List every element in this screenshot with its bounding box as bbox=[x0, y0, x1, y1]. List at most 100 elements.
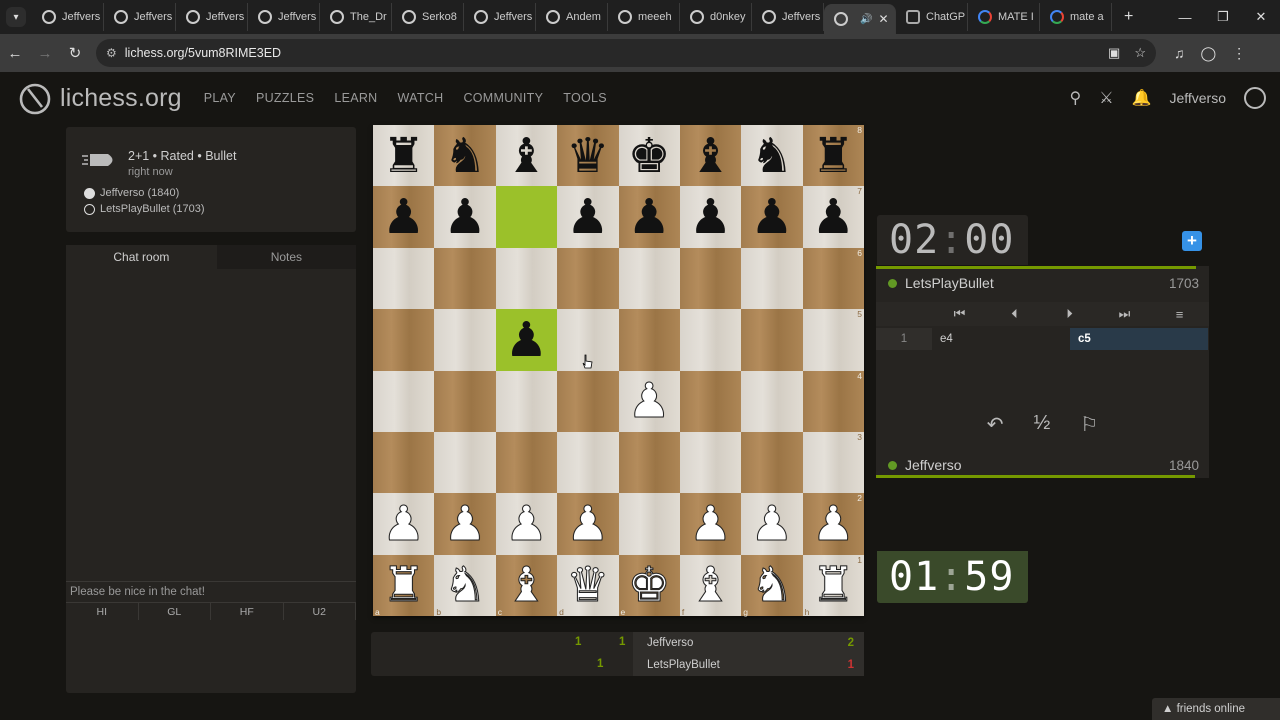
square-h6[interactable]: 6 bbox=[802, 247, 864, 310]
white-pawn-icon[interactable]: ♟ bbox=[504, 499, 548, 548]
browser-tab[interactable]: 🔊 ✕ bbox=[824, 4, 896, 34]
square-g5[interactable] bbox=[741, 309, 803, 371]
chess-board[interactable]: ♜ ♞ ♝ ♛ ♚ ♝ ♞ ♜ 8 ♟ ♟ ♟ ♟ ♟ ♟ ♟ 7 6 ♟ 5 ♟ 4 3 ♟ ♟ ♟ ♟ ♟ ♟ ♟ 2 ♜ a ♞ b ♝ c ♛ d ♚… bbox=[373, 125, 864, 616]
browser-tab[interactable]: meeeh bbox=[608, 3, 680, 31]
black-knight-icon[interactable]: ♞ bbox=[444, 132, 487, 180]
square-b5[interactable] bbox=[434, 309, 496, 371]
square-c1[interactable]: ♝ c bbox=[495, 554, 558, 616]
browser-tab[interactable]: Andem bbox=[536, 3, 608, 31]
white-player[interactable]: Jeffverso (1840) bbox=[84, 187, 179, 199]
square-d6[interactable] bbox=[557, 247, 619, 310]
square-f3[interactable] bbox=[679, 431, 742, 494]
square-e3[interactable] bbox=[618, 431, 680, 494]
restore-icon[interactable]: ❐ bbox=[1204, 9, 1242, 25]
user-avatar-icon[interactable] bbox=[1244, 87, 1266, 109]
white-knight-icon[interactable]: ♞ bbox=[750, 561, 794, 610]
hamburger-menu-icon[interactable]: ≡ bbox=[1152, 307, 1207, 322]
square-h8[interactable]: ♜ 8 bbox=[802, 125, 864, 187]
square-f1[interactable]: ♝ f bbox=[679, 554, 742, 616]
square-c4[interactable] bbox=[495, 370, 558, 432]
square-h3[interactable]: 3 bbox=[802, 431, 864, 494]
tab-chat-room[interactable]: Chat room bbox=[66, 245, 217, 269]
square-g7[interactable]: ♟ bbox=[741, 186, 803, 248]
square-g6[interactable] bbox=[741, 247, 803, 310]
white-pawn-icon[interactable]: ♟ bbox=[382, 499, 426, 548]
browser-tab[interactable]: mate a bbox=[1040, 3, 1112, 31]
takeback-icon[interactable]: ↶ bbox=[987, 412, 1004, 437]
browser-tab[interactable]: The_Dr bbox=[320, 3, 392, 31]
square-f2[interactable]: ♟ bbox=[679, 493, 742, 555]
square-f6[interactable] bbox=[679, 247, 742, 310]
first-move-icon[interactable]: ⏮ bbox=[932, 306, 987, 322]
square-h7[interactable]: ♟ 7 bbox=[802, 186, 864, 248]
square-b7[interactable]: ♟ bbox=[434, 186, 496, 248]
tab-notes[interactable]: Notes bbox=[216, 245, 356, 269]
chat-input[interactable]: Please be nice in the chat! bbox=[66, 581, 356, 601]
square-c3[interactable] bbox=[495, 431, 558, 494]
square-h5[interactable]: 5 bbox=[802, 309, 864, 371]
opponent-player-row[interactable]: LetsPlayBullet 1703 bbox=[876, 272, 1209, 294]
lichess-logo-icon[interactable] bbox=[18, 81, 52, 115]
black-pawn-icon[interactable]: ♟ bbox=[812, 193, 855, 241]
square-a2[interactable]: ♟ bbox=[373, 493, 435, 555]
prev-move-icon[interactable]: ⏴ bbox=[987, 306, 1042, 322]
nav-puzzles[interactable]: PUZZLES bbox=[256, 91, 314, 105]
last-move-icon[interactable]: ⏭ bbox=[1097, 306, 1152, 322]
browser-tab[interactable]: Jeffvers bbox=[32, 3, 104, 31]
white-pawn-icon[interactable]: ♟ bbox=[627, 377, 671, 426]
browser-tab[interactable]: Jeffvers bbox=[104, 3, 176, 31]
white-pawn-icon[interactable]: ♟ bbox=[566, 499, 610, 548]
square-e7[interactable]: ♟ bbox=[618, 186, 680, 248]
square-h4[interactable]: 4 bbox=[802, 370, 864, 432]
square-d4[interactable] bbox=[557, 370, 619, 432]
url-bar[interactable]: ⚙ lichess.org/5vum8RIME3ED ▣ ☆ bbox=[96, 39, 1156, 67]
black-pawn-icon[interactable]: ♟ bbox=[444, 193, 487, 241]
square-b4[interactable] bbox=[434, 370, 496, 432]
give-time-button[interactable]: + bbox=[1182, 231, 1202, 251]
offer-draw-icon[interactable]: ½ bbox=[1034, 412, 1051, 437]
square-c6[interactable] bbox=[495, 247, 558, 310]
black-pawn-icon[interactable]: ♟ bbox=[689, 193, 732, 241]
square-a3[interactable] bbox=[373, 431, 435, 494]
preset-hi[interactable]: HI bbox=[66, 602, 139, 620]
score-player-name[interactable]: Jeffverso 2 bbox=[633, 632, 864, 654]
square-h1[interactable]: ♜ 1 h bbox=[802, 554, 864, 616]
player-row[interactable]: Jeffverso 1840 bbox=[876, 454, 1209, 476]
square-e8[interactable]: ♚ bbox=[618, 125, 680, 187]
player-name[interactable]: Jeffverso bbox=[905, 457, 962, 473]
square-e1[interactable]: ♚ e bbox=[618, 554, 680, 616]
browser-tab[interactable]: Jeffvers bbox=[248, 3, 320, 31]
profile-icon[interactable]: ◯ bbox=[1201, 45, 1217, 62]
nav-learn[interactable]: LEARN bbox=[334, 91, 377, 105]
white-pawn-icon[interactable]: ♟ bbox=[689, 499, 733, 548]
new-tab-button[interactable]: + bbox=[1124, 8, 1133, 26]
square-g2[interactable]: ♟ bbox=[741, 493, 803, 555]
square-g8[interactable]: ♞ bbox=[741, 125, 803, 187]
forward-icon[interactable]: → bbox=[30, 45, 60, 62]
square-f8[interactable]: ♝ bbox=[679, 125, 742, 187]
square-b3[interactable] bbox=[434, 431, 496, 494]
white-rook-icon[interactable]: ♜ bbox=[811, 561, 855, 610]
browser-tab[interactable]: Jeffvers bbox=[464, 3, 536, 31]
browser-tab[interactable]: Jeffvers bbox=[752, 3, 824, 31]
black-pawn-icon[interactable]: ♟ bbox=[505, 316, 548, 364]
close-window-icon[interactable]: ✕ bbox=[1242, 9, 1280, 25]
challenge-swords-icon[interactable]: ⚔ bbox=[1099, 88, 1113, 108]
back-icon[interactable]: ← bbox=[0, 45, 30, 62]
tab-search-dropdown-icon[interactable]: ▾ bbox=[6, 7, 26, 27]
square-d3[interactable] bbox=[557, 431, 619, 494]
black-pawn-icon[interactable]: ♟ bbox=[382, 193, 425, 241]
square-h2[interactable]: ♟ 2 bbox=[802, 493, 864, 555]
black-rook-icon[interactable]: ♜ bbox=[812, 132, 855, 180]
preset-u2[interactable]: U2 bbox=[283, 602, 356, 620]
square-b2[interactable]: ♟ bbox=[434, 493, 496, 555]
score-cell[interactable]: 1 bbox=[575, 636, 581, 648]
nav-community[interactable]: COMMUNITY bbox=[463, 91, 543, 105]
nav-play[interactable]: PLAY bbox=[204, 91, 236, 105]
site-info-icon[interactable]: ⚙ bbox=[106, 46, 117, 60]
preset-gl[interactable]: GL bbox=[138, 602, 211, 620]
white-queen-icon[interactable]: ♛ bbox=[566, 561, 610, 610]
square-d1[interactable]: ♛ d bbox=[557, 554, 619, 616]
black-queen-icon[interactable]: ♛ bbox=[566, 132, 609, 180]
square-a7[interactable]: ♟ bbox=[373, 186, 435, 248]
